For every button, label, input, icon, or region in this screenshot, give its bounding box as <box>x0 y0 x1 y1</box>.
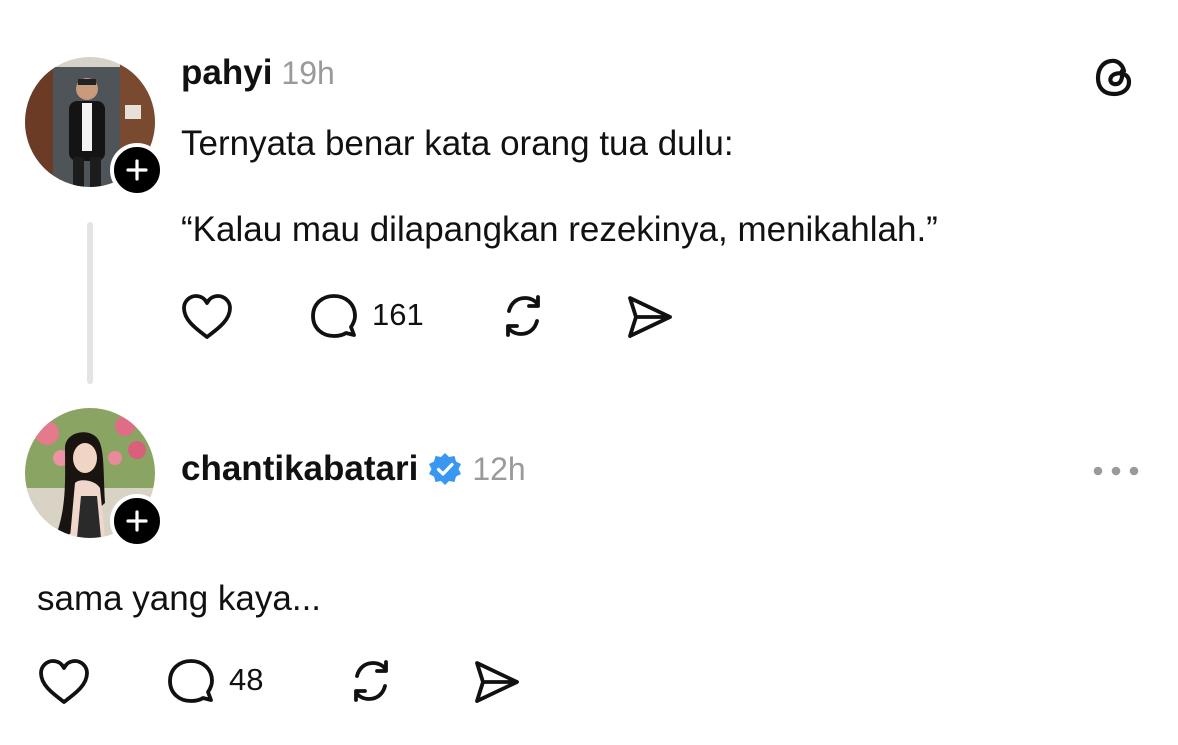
reply-button[interactable] <box>162 655 220 709</box>
like-button[interactable] <box>35 655 93 709</box>
reply-count: 161 <box>372 297 424 332</box>
repost-button[interactable] <box>342 653 400 709</box>
plus-icon <box>126 159 148 181</box>
comment-icon <box>311 294 357 338</box>
post-text-line: “Kalau mau dilapangkan rezekinya, menika… <box>181 210 938 249</box>
verified-badge-icon <box>427 451 463 487</box>
heart-icon <box>39 659 89 704</box>
heart-icon <box>182 294 232 339</box>
send-icon <box>475 661 519 703</box>
username[interactable]: pahyi <box>181 53 272 93</box>
repost-icon <box>354 660 388 702</box>
follow-plus-button[interactable] <box>110 143 164 197</box>
repost-button[interactable] <box>494 288 552 344</box>
comment-icon <box>168 659 214 703</box>
reply-count: 48 <box>229 662 264 697</box>
post-text-line: sama yang kaya... <box>37 579 322 618</box>
repost-icon <box>506 295 540 337</box>
username[interactable]: chantikabatari <box>181 449 418 489</box>
threads-logo-icon[interactable] <box>1091 53 1139 101</box>
share-button[interactable] <box>467 655 525 709</box>
share-button[interactable] <box>620 290 678 344</box>
post-time: 19h <box>281 55 335 91</box>
thread-line <box>87 222 93 384</box>
like-button[interactable] <box>178 290 236 344</box>
reply-button[interactable] <box>305 290 363 344</box>
plus-icon <box>126 510 148 532</box>
post-text-line: Ternyata benar kata orang tua dulu: <box>181 124 734 163</box>
send-icon <box>628 296 672 338</box>
follow-plus-button[interactable] <box>110 494 164 548</box>
post-time: 12h <box>472 450 526 487</box>
more-options-icon[interactable] <box>1090 459 1142 483</box>
